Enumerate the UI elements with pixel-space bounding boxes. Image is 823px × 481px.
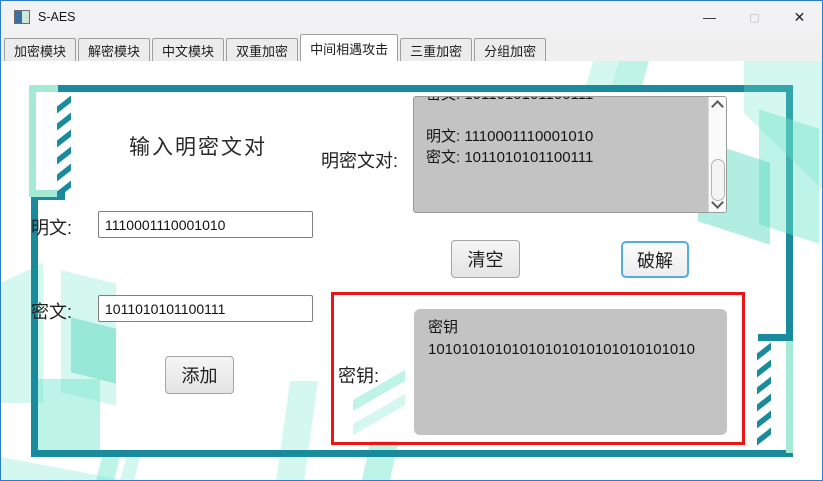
- maximize-button[interactable]: ▢: [732, 1, 777, 33]
- ciphertext-label: 密文:: [31, 298, 72, 324]
- tab-block-encrypt[interactable]: 分组加密: [474, 38, 546, 61]
- decor-shape: [276, 381, 318, 481]
- add-button[interactable]: 添加: [165, 356, 234, 394]
- decor-shape: [71, 317, 116, 383]
- app-window: S-AES — ▢ ✕ 加密模块 解密模块 中文模块 双重加密 中间相遇攻击 三…: [0, 0, 823, 481]
- scrollbar-thumb[interactable]: [711, 159, 725, 201]
- scrollbar[interactable]: [708, 97, 726, 212]
- window-title: S-AES: [38, 10, 76, 24]
- frame-notch-top-left: [29, 85, 58, 197]
- tab-chinese-module[interactable]: 中文模块: [152, 38, 224, 61]
- tab-double-encrypt[interactable]: 双重加密: [226, 38, 298, 61]
- frame-step-br: [758, 334, 793, 341]
- plaintext-label: 明文:: [31, 214, 72, 240]
- ciphertext-input[interactable]: [98, 295, 313, 322]
- close-button[interactable]: ✕: [777, 1, 822, 33]
- tab-bar: 加密模块 解密模块 中文模块 双重加密 中间相遇攻击 三重加密 分组加密: [1, 33, 822, 61]
- section-heading: 输入明密文对: [129, 131, 267, 161]
- minimize-button[interactable]: —: [687, 1, 732, 33]
- clear-button[interactable]: 清空: [451, 240, 520, 278]
- title-bar: S-AES — ▢ ✕: [1, 1, 822, 33]
- frame-top: [56, 85, 793, 92]
- scroll-up-icon[interactable]: [711, 100, 724, 113]
- decor-shape: [362, 441, 399, 481]
- decor-shape: [120, 456, 140, 481]
- tab-encrypt-module[interactable]: 加密模块: [4, 38, 76, 61]
- pair-list-label: 明密文对:: [321, 147, 398, 173]
- tab-decrypt-module[interactable]: 解密模块: [78, 38, 150, 61]
- plaintext-input[interactable]: [98, 211, 313, 238]
- pair-list-textarea[interactable]: 密文: 1011010101100111 明文: 111000111000101…: [413, 96, 727, 213]
- app-icon: [14, 10, 30, 24]
- key-highlight-rectangle: [331, 292, 745, 445]
- pair-list-content: 密文: 1011010101100111 明文: 111000111000101…: [426, 96, 706, 168]
- frame-bottom: [31, 450, 793, 457]
- frame-notch-bottom-right: [786, 341, 793, 453]
- tab-triple-encrypt[interactable]: 三重加密: [400, 38, 472, 61]
- tab-meet-in-the-middle-attack[interactable]: 中间相遇攻击: [300, 34, 398, 61]
- crack-button[interactable]: 破解: [621, 241, 689, 278]
- decor-shape: [96, 456, 120, 481]
- decor-shape: [38, 379, 100, 450]
